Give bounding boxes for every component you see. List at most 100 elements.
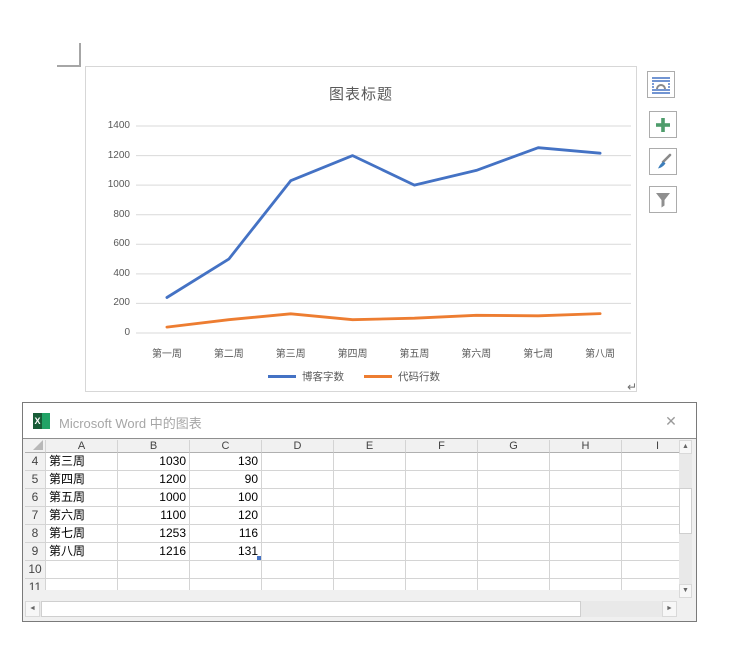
scroll-up-button[interactable]: ▲	[679, 440, 692, 454]
cell-I10[interactable]	[622, 561, 680, 579]
cell-C10[interactable]	[190, 561, 262, 579]
cell-A4[interactable]: 第三周	[46, 453, 118, 471]
cell-F11[interactable]	[406, 579, 478, 590]
cell-D4[interactable]	[262, 453, 334, 471]
cell-C11[interactable]	[190, 579, 262, 590]
column-header-F[interactable]: F	[406, 440, 478, 453]
cell-I5[interactable]	[622, 471, 680, 489]
row-header-8[interactable]: 8	[25, 525, 46, 543]
cell-G4[interactable]	[478, 453, 550, 471]
cell-F4[interactable]	[406, 453, 478, 471]
scroll-right-button[interactable]: ►	[662, 601, 677, 617]
sheet-grid[interactable]: A B C D E F G H I 4 第三周 1030 130 5 第四周 1200 90 6 第五周 1000 10…	[25, 440, 680, 590]
cell-D9[interactable]	[262, 543, 334, 561]
column-header-A[interactable]: A	[46, 440, 118, 453]
scroll-left-button[interactable]: ◄	[25, 601, 40, 617]
cell-I8[interactable]	[622, 525, 680, 543]
cell-F10[interactable]	[406, 561, 478, 579]
cell-I9[interactable]	[622, 543, 680, 561]
cell-B9[interactable]: 1216	[118, 543, 190, 561]
cell-A9[interactable]: 第八周	[46, 543, 118, 561]
cell-D7[interactable]	[262, 507, 334, 525]
add-chart-element-button[interactable]	[649, 111, 677, 138]
column-header-I[interactable]: I	[622, 440, 680, 453]
row-header-7[interactable]: 7	[25, 507, 46, 525]
chart-style-button[interactable]	[649, 148, 677, 175]
cell-D8[interactable]	[262, 525, 334, 543]
cell-G5[interactable]	[478, 471, 550, 489]
cell-G9[interactable]	[478, 543, 550, 561]
cell-A10[interactable]	[46, 561, 118, 579]
cell-B7[interactable]: 1100	[118, 507, 190, 525]
cell-H11[interactable]	[550, 579, 622, 590]
cell-C7[interactable]: 120	[190, 507, 262, 525]
cell-E7[interactable]	[334, 507, 406, 525]
cell-E10[interactable]	[334, 561, 406, 579]
cell-F5[interactable]	[406, 471, 478, 489]
vertical-scrollbar[interactable]: ▲ ▼	[679, 440, 692, 598]
cell-D5[interactable]	[262, 471, 334, 489]
cell-H8[interactable]	[550, 525, 622, 543]
cell-E4[interactable]	[334, 453, 406, 471]
vertical-scroll-thumb[interactable]	[679, 488, 692, 534]
close-icon[interactable]: ✕	[660, 411, 682, 431]
cell-A8[interactable]: 第七周	[46, 525, 118, 543]
cell-H10[interactable]	[550, 561, 622, 579]
cell-E11[interactable]	[334, 579, 406, 590]
cell-C6[interactable]: 100	[190, 489, 262, 507]
cell-H9[interactable]	[550, 543, 622, 561]
layout-options-button[interactable]	[647, 71, 675, 98]
column-header-B[interactable]: B	[118, 440, 190, 453]
select-all-corner[interactable]	[25, 440, 46, 453]
cell-H4[interactable]	[550, 453, 622, 471]
chart-object[interactable]: 图表标题 1400 1200 1000 800 600 400 200 0 第一周 第二周 第三周…	[85, 66, 637, 392]
cell-D6[interactable]	[262, 489, 334, 507]
cell-B8[interactable]: 1253	[118, 525, 190, 543]
cell-G6[interactable]	[478, 489, 550, 507]
cell-D10[interactable]	[262, 561, 334, 579]
cell-H7[interactable]	[550, 507, 622, 525]
cell-G7[interactable]	[478, 507, 550, 525]
column-header-G[interactable]: G	[478, 440, 550, 453]
row-header-5[interactable]: 5	[25, 471, 46, 489]
cell-I11[interactable]	[622, 579, 680, 590]
series-line-2[interactable]	[165, 312, 602, 329]
cell-D11[interactable]	[262, 579, 334, 590]
row-header-6[interactable]: 6	[25, 489, 46, 507]
horizontal-scroll-thumb[interactable]	[41, 601, 581, 617]
row-header-10[interactable]: 10	[25, 561, 46, 579]
cell-G10[interactable]	[478, 561, 550, 579]
cell-C4[interactable]: 130	[190, 453, 262, 471]
cell-I4[interactable]	[622, 453, 680, 471]
cell-H5[interactable]	[550, 471, 622, 489]
cell-F8[interactable]	[406, 525, 478, 543]
cell-A5[interactable]: 第四周	[46, 471, 118, 489]
cell-C9[interactable]: 131	[190, 543, 262, 561]
series-line-1[interactable]	[165, 146, 602, 299]
chart-legend[interactable]: 博客字数 代码行数	[86, 369, 636, 384]
row-header-4[interactable]: 4	[25, 453, 46, 471]
scroll-down-button[interactable]: ▼	[679, 584, 692, 598]
cell-E5[interactable]	[334, 471, 406, 489]
cell-A6[interactable]: 第五周	[46, 489, 118, 507]
chart-filter-button[interactable]	[649, 186, 677, 213]
cell-I7[interactable]	[622, 507, 680, 525]
column-header-E[interactable]: E	[334, 440, 406, 453]
cell-E6[interactable]	[334, 489, 406, 507]
cell-G11[interactable]	[478, 579, 550, 590]
cell-I6[interactable]	[622, 489, 680, 507]
column-header-H[interactable]: H	[550, 440, 622, 453]
cell-F7[interactable]	[406, 507, 478, 525]
horizontal-scrollbar[interactable]: ◄ ►	[25, 601, 677, 617]
sheet-titlebar[interactable]: X Microsoft Word 中的图表 ✕	[23, 403, 696, 439]
cell-E9[interactable]	[334, 543, 406, 561]
cell-C8[interactable]: 116	[190, 525, 262, 543]
cell-B5[interactable]: 1200	[118, 471, 190, 489]
cell-A11[interactable]	[46, 579, 118, 590]
cell-E8[interactable]	[334, 525, 406, 543]
cell-B10[interactable]	[118, 561, 190, 579]
column-header-D[interactable]: D	[262, 440, 334, 453]
row-header-9[interactable]: 9	[25, 543, 46, 561]
column-header-C[interactable]: C	[190, 440, 262, 453]
cell-B6[interactable]: 1000	[118, 489, 190, 507]
